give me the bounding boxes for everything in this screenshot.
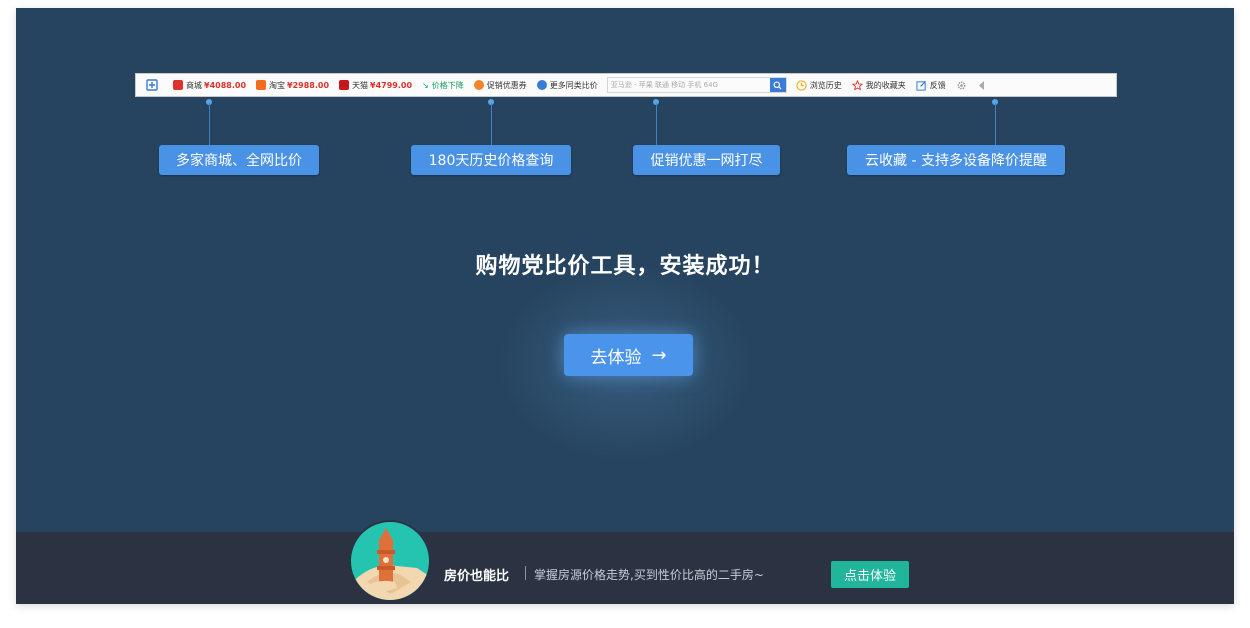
toolbar-feedback[interactable]: 反馈 xyxy=(911,74,951,96)
toolbar-history[interactable]: 浏览历史 xyxy=(791,74,847,96)
feature-label-cloud: 云收藏 - 支持多设备降价提醒 xyxy=(847,145,1065,175)
feature-label-history: 180天历史价格查询 xyxy=(411,145,571,175)
collapse-left-icon xyxy=(978,80,984,90)
banner-brand: 房价也能比 xyxy=(444,569,510,584)
banner-divider xyxy=(525,566,526,580)
feature-label-compare: 多家商城、全网比价 xyxy=(159,145,319,175)
search-button[interactable] xyxy=(769,78,786,92)
toolbar-item-jd[interactable]: 商城 ¥4088.00 xyxy=(168,74,251,96)
coupon-icon xyxy=(473,80,484,90)
trend-down-icon: ↘ xyxy=(422,80,429,90)
house-promo-illustration xyxy=(349,520,431,602)
gear-icon xyxy=(957,81,966,89)
clock-icon xyxy=(796,79,807,91)
price-compare-toolbar: 商城 ¥4088.00 淘宝 ¥2988.00 天猫 ¥4799.00 ↘ 价格… xyxy=(135,73,1117,97)
connector-line xyxy=(491,103,492,145)
feature-label-coupon: 促销优惠一网打尽 xyxy=(633,145,780,175)
edit-icon xyxy=(916,80,926,91)
taobao-icon xyxy=(256,80,267,90)
price-compare-logo-icon[interactable] xyxy=(136,74,168,96)
settings-button[interactable] xyxy=(951,74,972,96)
mall-icon xyxy=(173,80,183,90)
toolbar-more-compare[interactable]: 更多同类比价 xyxy=(532,74,603,96)
tmall-icon xyxy=(339,80,350,90)
connector-line xyxy=(995,103,996,145)
search-icon xyxy=(773,80,782,90)
star-icon xyxy=(851,79,863,91)
install-success-window: 商城 ¥4088.00 淘宝 ¥2988.00 天猫 ¥4799.00 ↘ 价格… xyxy=(16,8,1234,604)
connector-line xyxy=(209,103,210,145)
toolbar-price-drop[interactable]: ↘ 价格下降 xyxy=(417,74,469,96)
banner-try-button[interactable]: 点击体验 xyxy=(831,561,909,588)
connector-line xyxy=(656,103,657,145)
page-title: 购物党比价工具，安装成功！ xyxy=(475,254,775,279)
toolbar-search[interactable]: 亚马逊 - 苹果 联通 移动 手机 64G xyxy=(606,77,787,93)
arrow-right-icon: → xyxy=(651,344,667,366)
toolbar-item-tmall[interactable]: 天猫 ¥4799.00 xyxy=(334,74,417,96)
try-it-button[interactable]: 去体验 → xyxy=(564,334,693,376)
compare-icon xyxy=(536,80,547,90)
search-input[interactable]: 亚马逊 - 苹果 联通 移动 手机 64G xyxy=(608,80,770,90)
collapse-button[interactable] xyxy=(972,74,991,96)
toolbar-favorites[interactable]: 我的收藏夹 xyxy=(847,74,911,96)
toolbar-item-taobao[interactable]: 淘宝 ¥2988.00 xyxy=(251,74,334,96)
toolbar-coupon[interactable]: 促销优惠券 xyxy=(469,74,532,96)
banner-text: 掌握房源价格走势,买到性价比高的二手房~ xyxy=(534,568,764,582)
